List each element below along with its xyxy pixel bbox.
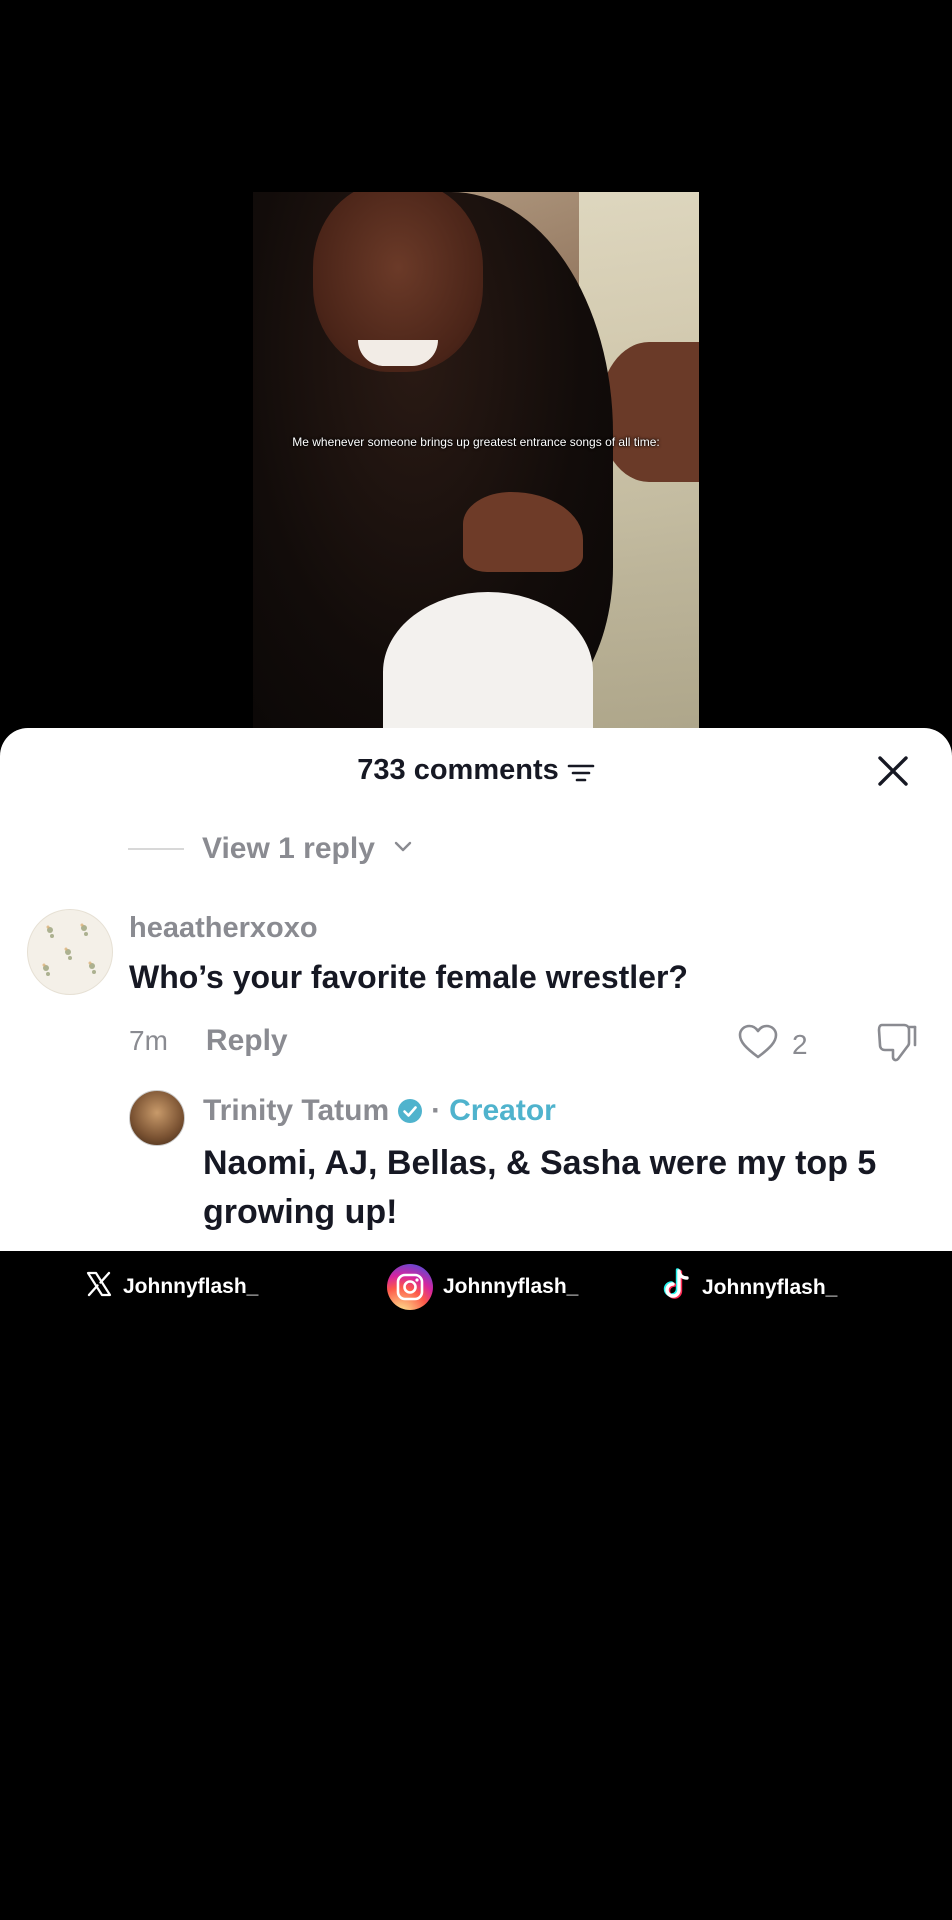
comments-sheet: 733 comments View 1 reply heaatherxoxo W… [0, 728, 952, 1251]
reply-thread-line [128, 848, 184, 850]
verified-badge-icon [397, 1098, 423, 1124]
avatar[interactable] [27, 909, 113, 995]
social-handles: Johnnyflash_ Johnnyflash_ Johnnyflash_ [0, 1264, 952, 1314]
comment-meta: 7m Reply [129, 1024, 288, 1058]
like-button[interactable]: 2 [738, 1024, 808, 1065]
tiktok-logo-icon [662, 1268, 692, 1308]
comment-username[interactable]: heaatherxoxo [129, 912, 318, 945]
comments-count: 733 comments [357, 753, 559, 786]
reply-button[interactable]: Reply [206, 1024, 288, 1058]
comments-count-button[interactable]: 733 comments [357, 754, 595, 787]
view-replies-label: View 1 reply [202, 832, 375, 865]
close-icon[interactable] [876, 754, 910, 788]
filter-lines-icon[interactable] [567, 759, 595, 782]
video-player[interactable]: Me whenever someone brings up greatest e… [253, 192, 699, 728]
reply-text: Naomi, AJ, Bellas, & Sasha were my top 5… [203, 1144, 877, 1231]
tiktok-handle-text: Johnnyflash_ [702, 1276, 838, 1299]
reply-header: Trinity Tatum · Creator [203, 1094, 556, 1128]
x-handle-text: Johnnyflash_ [123, 1275, 259, 1298]
separator-dot: · [431, 1094, 442, 1127]
video-frame-arm [599, 342, 699, 482]
thumbs-down-icon[interactable] [876, 1021, 918, 1063]
x-handle[interactable]: Johnnyflash_ [85, 1270, 258, 1304]
instagram-handle-text: Johnnyflash_ [443, 1275, 579, 1298]
creator-avatar[interactable] [129, 1090, 185, 1146]
comments-header: 733 comments [0, 750, 952, 790]
chevron-down-icon [393, 840, 413, 859]
reply-username[interactable]: Trinity Tatum [203, 1094, 389, 1128]
comment-timestamp: 7m [129, 1025, 168, 1056]
view-replies-button[interactable]: View 1 reply [128, 832, 413, 866]
instagram-handle[interactable]: Johnnyflash_ [387, 1264, 578, 1310]
x-logo-icon [85, 1270, 113, 1304]
tiktok-handle[interactable]: Johnnyflash_ [662, 1268, 837, 1308]
heart-outline-icon [738, 1024, 778, 1065]
video-caption: Me whenever someone brings up greatest e… [292, 435, 660, 449]
like-count: 2 [792, 1028, 808, 1060]
creator-badge: Creator [449, 1094, 556, 1127]
instagram-logo-icon [387, 1264, 433, 1310]
comment-text: Who’s your favorite female wrestler? [129, 959, 688, 995]
